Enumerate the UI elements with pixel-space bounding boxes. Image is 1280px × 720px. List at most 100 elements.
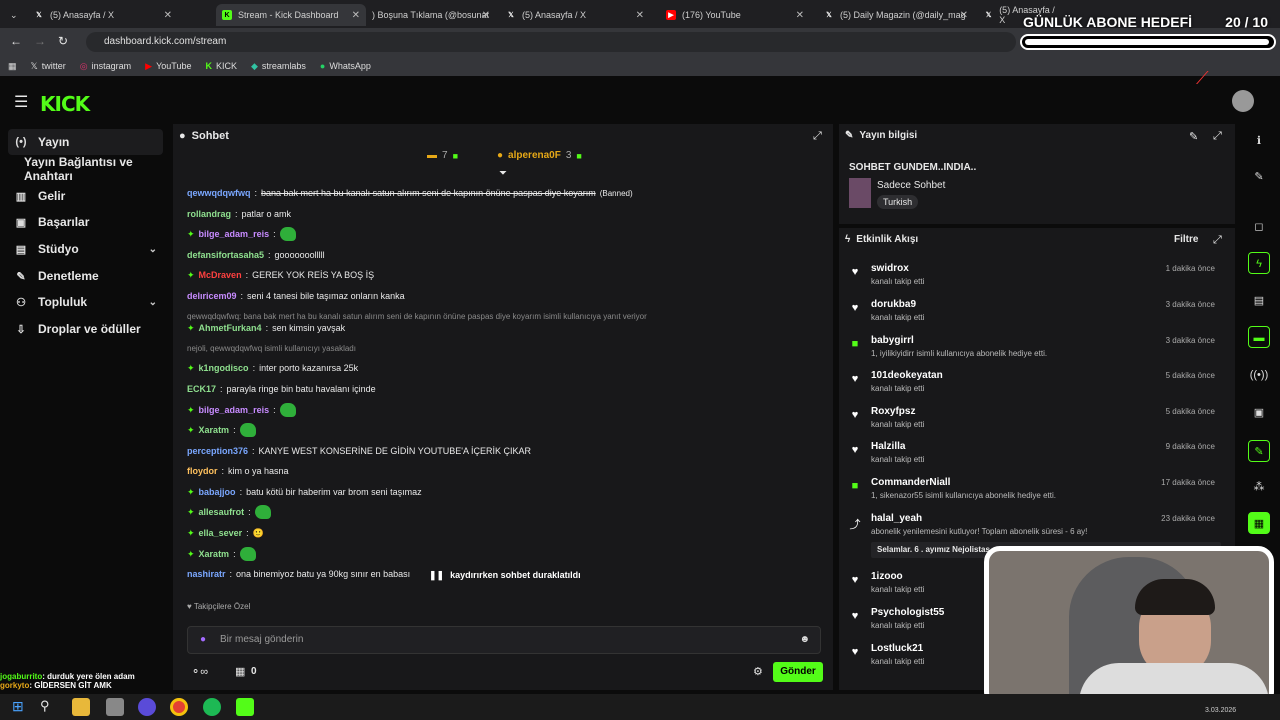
broadcast-icon[interactable]: ((•)) xyxy=(1248,364,1270,386)
close-icon[interactable]: ✕ xyxy=(482,10,490,21)
bookmark-youtube[interactable]: ▶ YouTube xyxy=(145,61,191,72)
filter-icon[interactable]: ⏷ xyxy=(499,168,507,179)
apps-icon[interactable]: ▦ xyxy=(8,61,17,72)
file-explorer-icon[interactable] xyxy=(72,698,90,716)
activity-user[interactable]: halal_yeah xyxy=(871,513,922,524)
sidebar-item-topluluk[interactable]: ⚇ Topluluk ⌄ xyxy=(8,289,163,315)
windows-start-icon[interactable]: ⊞ xyxy=(12,698,30,716)
send-button[interactable]: Gönder xyxy=(773,662,823,682)
app-icon[interactable] xyxy=(106,698,124,716)
chat-username[interactable]: Xaratm xyxy=(199,549,230,559)
chat-username[interactable]: qewwqdqwfwq xyxy=(187,188,251,198)
sidebar-item-yayin[interactable]: (•) Yayın xyxy=(8,129,163,155)
popout-icon[interactable]: ⤢ xyxy=(813,130,822,143)
bookmark-twitter[interactable]: 𝕏twitter xyxy=(31,61,66,72)
gift-icon[interactable]: ▦ xyxy=(235,665,245,678)
clapper-icon[interactable]: ▦ xyxy=(1248,512,1270,534)
chat-username[interactable]: delıricem09 xyxy=(187,291,237,301)
chat-username[interactable]: ella_sever xyxy=(199,528,243,538)
forward-icon[interactable]: → xyxy=(34,34,46,48)
bookmark-label: KICK xyxy=(215,61,237,71)
spotify-icon[interactable] xyxy=(203,698,221,716)
sidebar-item-basarilar[interactable]: ▣ Başarılar xyxy=(8,209,163,235)
chat-username[interactable]: McDraven xyxy=(199,270,242,280)
chat-message-input[interactable]: ● Bir mesaj gönderin ☻ xyxy=(187,626,821,654)
chat-username[interactable]: floydor xyxy=(187,466,218,476)
chat-username[interactable]: allesaufrot xyxy=(199,507,245,517)
stream-category[interactable]: Sadece Sohbet xyxy=(877,180,945,191)
search-icon[interactable]: ⚲ xyxy=(40,698,58,716)
avatar[interactable] xyxy=(1232,90,1254,112)
close-icon[interactable]: ✕ xyxy=(352,10,360,21)
tab-list-button[interactable]: ⌄ xyxy=(4,4,24,26)
bookmark-kick[interactable]: K KICK xyxy=(205,61,237,71)
chat-username[interactable]: bilge_adam_reis xyxy=(199,405,270,415)
url-field[interactable]: dashboard.kick.com/stream xyxy=(86,32,1016,52)
tab-4[interactable]: 𝕏 (5) Anasayfa / X ✕ xyxy=(500,4,650,26)
chat-paused-notice[interactable]: ❚❚ kaydırırken sohbet duraklatıldı xyxy=(429,570,581,581)
points-icon[interactable]: ⚬∞ xyxy=(191,665,208,678)
reload-icon[interactable]: ↻ xyxy=(58,34,68,48)
chat-icon[interactable]: ▬ xyxy=(1248,326,1270,348)
community-icon[interactable]: ⁂ xyxy=(1248,476,1270,498)
close-icon[interactable]: ✕ xyxy=(636,10,644,21)
chat-username[interactable]: bilge_adam_reis xyxy=(199,229,270,239)
activity-user[interactable]: 1izooo xyxy=(871,571,903,582)
tab-3[interactable]: ) Boşuna Tıklama (@bosunat ✕ xyxy=(366,4,496,26)
activity-user[interactable]: Lostluck21 xyxy=(871,643,923,654)
kick-logo[interactable]: KICK xyxy=(40,92,90,116)
close-icon[interactable]: ✕ xyxy=(796,10,804,21)
gear-icon[interactable]: ⚙ xyxy=(753,665,763,678)
chat-username[interactable]: Xaratm xyxy=(199,425,230,435)
document-icon[interactable]: ▤ xyxy=(1248,290,1270,312)
edit-icon[interactable]: ✎ xyxy=(1189,130,1198,143)
sidebar-item-gelir[interactable]: ▥ Gelir xyxy=(8,183,163,209)
discord-icon[interactable] xyxy=(138,698,156,716)
sidebar-item-denetleme[interactable]: ✎ Denetleme xyxy=(8,263,163,289)
chrome-icon[interactable] xyxy=(170,698,188,716)
popout-icon[interactable]: ⤢ xyxy=(1213,130,1222,143)
activity-user[interactable]: Psychologist55 xyxy=(871,607,944,618)
close-icon[interactable]: ✕ xyxy=(960,10,968,21)
chat-username[interactable]: nashiratr xyxy=(187,569,226,579)
popout-icon[interactable]: ⤢ xyxy=(1213,234,1222,247)
info-icon[interactable]: ℹ xyxy=(1248,130,1270,152)
chat-username[interactable]: perception376 xyxy=(187,446,248,456)
streamlabs-icon[interactable] xyxy=(236,698,254,716)
chat-username[interactable]: ECK17 xyxy=(187,384,216,394)
wrench-icon[interactable]: ✎ xyxy=(1248,440,1270,462)
lightning-icon[interactable]: ϟ xyxy=(1248,252,1270,274)
tab-2[interactable]: K Stream - Kick Dashboard ✕ xyxy=(216,4,366,26)
filter-button[interactable]: Filtre xyxy=(1174,234,1198,245)
chat-username[interactable]: k1ngodisco xyxy=(199,363,249,373)
mic-icon[interactable]: ● xyxy=(200,627,206,653)
activity-user[interactable]: babygirrl xyxy=(871,335,914,346)
bookmark-streamlabs[interactable]: ◆ streamlabs xyxy=(251,61,306,72)
activity-user[interactable]: Halzilla xyxy=(871,441,905,452)
bookmark-instagram[interactable]: ◎ instagram xyxy=(80,61,131,72)
chat-username[interactable]: AhmetFurkan4 xyxy=(199,323,262,333)
activity-user[interactable]: CommanderNiall xyxy=(871,477,950,488)
emoji-icon[interactable]: ☻ xyxy=(799,627,810,653)
tab-1[interactable]: 𝕏 (5) Anasayfa / X ✕ xyxy=(28,4,178,26)
chat-username[interactable]: defansifortasaha5 xyxy=(187,250,264,260)
bookmark-whatsapp[interactable]: ● WhatsApp xyxy=(320,61,371,71)
chat-username[interactable]: babajjoo xyxy=(199,487,236,497)
activity-user[interactable]: dorukba9 xyxy=(871,299,916,310)
activity-user[interactable]: 101deokeyatan xyxy=(871,370,943,381)
back-icon[interactable]: ← xyxy=(10,34,22,48)
url-text: dashboard.kick.com/stream xyxy=(104,36,227,47)
activity-user[interactable]: swidrox xyxy=(871,263,909,274)
sidebar-item-studyo[interactable]: ▤ Stüdyo ⌄ xyxy=(8,236,163,262)
sidebar-item-stream-key[interactable]: Yayın Bağlantısı ve Anahtarı xyxy=(8,155,163,183)
sidebar-item-droplar[interactable]: ⇩ Droplar ve ödüller xyxy=(8,316,163,342)
edit-icon[interactable]: ✎ xyxy=(1248,166,1270,188)
close-icon[interactable]: ✕ xyxy=(164,10,172,21)
menu-icon[interactable]: ☰ xyxy=(14,92,28,112)
chat-username[interactable]: rollandrag xyxy=(187,209,231,219)
tab-5[interactable]: ▶ (176) YouTube ✕ xyxy=(660,4,810,26)
printer-icon[interactable]: ▣ xyxy=(1248,402,1270,424)
capture-icon[interactable]: ◻ xyxy=(1248,216,1270,238)
activity-user[interactable]: Roxyfpsz xyxy=(871,406,915,417)
tab-6[interactable]: 𝕏 (5) Daily Magazin (@daily_mag ✕ xyxy=(818,4,974,26)
